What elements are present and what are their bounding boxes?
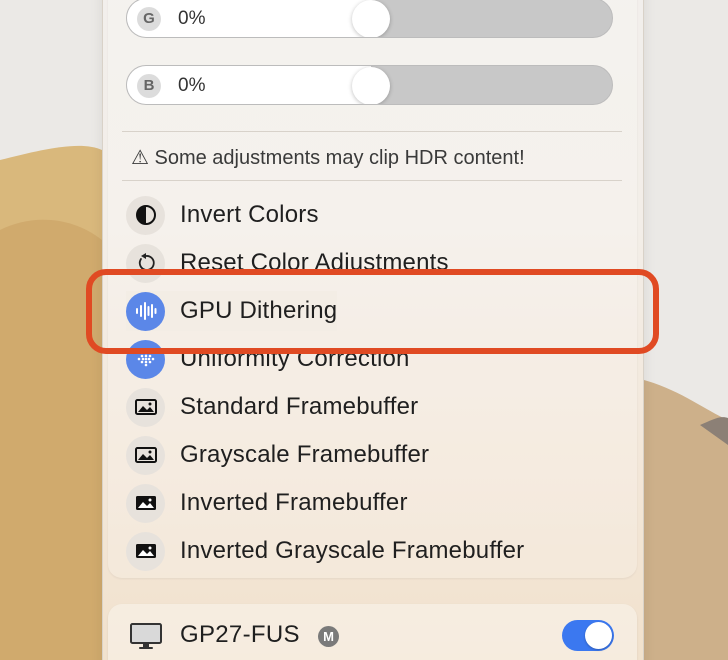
slider-knob[interactable] — [351, 67, 390, 104]
toggle-knob — [585, 622, 612, 649]
photo-inverted-icon — [126, 531, 165, 571]
display-name: GP27-FUS — [180, 621, 300, 648]
slider-fill — [127, 0, 371, 37]
menu-item-label: Standard Framebuffer — [180, 393, 419, 420]
menu-item-standard-framebuffer[interactable]: Standard Framebuffer — [126, 387, 418, 427]
monitor-icon — [129, 622, 163, 655]
slider-knob[interactable] — [351, 0, 390, 37]
green-badge: G — [137, 7, 161, 31]
highlight-annotation — [86, 269, 659, 354]
photo-icon — [126, 387, 165, 427]
photo-icon — [126, 435, 165, 475]
menu-item-label: Inverted Framebuffer — [180, 489, 408, 516]
photo-inverted-icon — [126, 483, 165, 523]
menu-item-label: Grayscale Framebuffer — [180, 441, 430, 468]
menu-item-invert-colors[interactable]: Invert Colors — [126, 195, 319, 235]
green-channel-slider[interactable]: G 0% — [126, 0, 613, 38]
slider-fill — [127, 66, 371, 104]
menu-item-grayscale-framebuffer[interactable]: Grayscale Framebuffer — [126, 435, 429, 475]
menu-item-inverted-grayscale-framebuffer[interactable]: Inverted Grayscale Framebuffer — [126, 531, 524, 571]
display-toggle[interactable] — [562, 620, 614, 651]
display-badge: M — [318, 626, 339, 647]
blue-badge: B — [137, 74, 161, 98]
divider — [122, 180, 622, 181]
green-value: 0% — [178, 8, 206, 29]
menu-item-label: Invert Colors — [180, 201, 319, 228]
divider — [122, 131, 622, 132]
menu-item-inverted-framebuffer[interactable]: Inverted Framebuffer — [126, 483, 408, 523]
blue-value: 0% — [178, 75, 206, 96]
half-circle-icon — [126, 195, 165, 235]
blue-channel-slider[interactable]: B 0% — [126, 65, 613, 105]
menu-item-label: Inverted Grayscale Framebuffer — [180, 537, 525, 564]
hdr-warning-text: ⚠︎ Some adjustments may clip HDR content… — [131, 147, 525, 169]
